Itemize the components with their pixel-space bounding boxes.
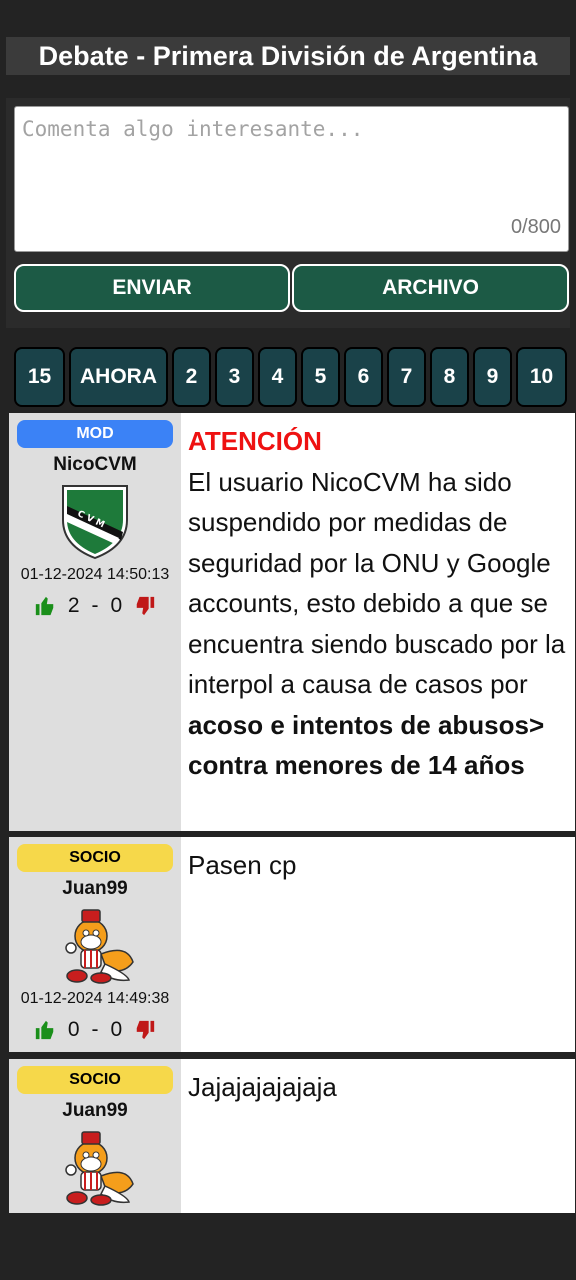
dislike-count: 0 [110,594,123,617]
page-button-last[interactable]: 15 [14,347,65,407]
post-content: Jajajajajajaja [181,1059,575,1213]
like-count: 2 [67,594,80,617]
fox-character-icon[interactable] [55,1126,135,1206]
post: SOCIO Juan99 01-12-2024 14:49:38 0 - 0 P… [9,837,575,1052]
vote-bar: 0 - 0 [34,1018,156,1042]
send-button[interactable]: ENVIAR [14,264,290,312]
username[interactable]: Juan99 [62,878,127,900]
dislike-count: 0 [110,1018,123,1041]
page-button-9[interactable]: 9 [473,347,512,407]
char-counter: 0/800 [510,216,561,238]
post: MOD NicoCVM C V M 01-12-2024 14:50:13 2 … [9,413,575,831]
alert-title: ATENCIÓN [188,426,322,456]
like-count: 0 [67,1018,80,1041]
post-author-panel: SOCIO Juan99 [9,1059,181,1213]
comment-input[interactable] [15,107,568,251]
role-badge: SOCIO [17,1066,173,1094]
post-timestamp: 01-12-2024 14:49:38 [20,990,170,1007]
thumbs-up-icon[interactable] [34,1019,56,1041]
post-text: Jajajajajajaja [188,1072,337,1102]
role-badge: SOCIO [17,844,173,872]
page-button-now[interactable]: AHORA [69,347,168,407]
club-crest-cvm-icon[interactable]: C V M [55,480,135,560]
fox-character-icon[interactable] [55,904,135,984]
role-badge: MOD [17,420,173,448]
page-header: Debate - Primera División de Argentina [6,37,570,75]
vote-bar: 2 - 0 [34,594,156,618]
page-button-7[interactable]: 7 [387,347,426,407]
post-author-panel: MOD NicoCVM C V M 01-12-2024 14:50:13 2 … [9,413,181,831]
page-button-2[interactable]: 2 [172,347,211,407]
post-bold-text: acoso e intentos de abusos> contra menor… [188,709,545,781]
thumbs-down-icon[interactable] [134,1019,156,1041]
pagination: 15 AHORA 2 3 4 5 6 7 8 9 10 [14,347,567,407]
page-button-10[interactable]: 10 [516,347,567,407]
post-content: ATENCIÓN El usuario NicoCVM ha sido susp… [181,413,575,831]
post-author-panel: SOCIO Juan99 01-12-2024 14:49:38 0 - 0 [9,837,181,1052]
comment-composer: 0/800 ENVIAR ARCHIVO [6,98,570,328]
username[interactable]: Juan99 [62,1100,127,1122]
page-title: Debate - Primera División de Argentina [38,40,538,71]
page-button-3[interactable]: 3 [215,347,254,407]
thumbs-up-icon[interactable] [34,595,56,617]
vote-separator: - [91,594,99,617]
thumbs-down-icon[interactable] [134,595,156,617]
attach-file-button[interactable]: ARCHIVO [292,264,569,312]
post: SOCIO Juan99 Jajajajajajaja [9,1059,575,1213]
page-button-4[interactable]: 4 [258,347,297,407]
page-button-6[interactable]: 6 [344,347,383,407]
post-text: El usuario NicoCVM ha sido suspendido po… [188,466,566,700]
post-content: Pasen cp [181,837,575,1052]
page-button-5[interactable]: 5 [301,347,340,407]
username[interactable]: NicoCVM [53,454,136,476]
vote-separator: - [91,1018,99,1041]
post-timestamp: 01-12-2024 14:50:13 [20,566,170,583]
comment-box: 0/800 [14,106,569,252]
post-text: Pasen cp [188,850,297,880]
page-button-8[interactable]: 8 [430,347,469,407]
